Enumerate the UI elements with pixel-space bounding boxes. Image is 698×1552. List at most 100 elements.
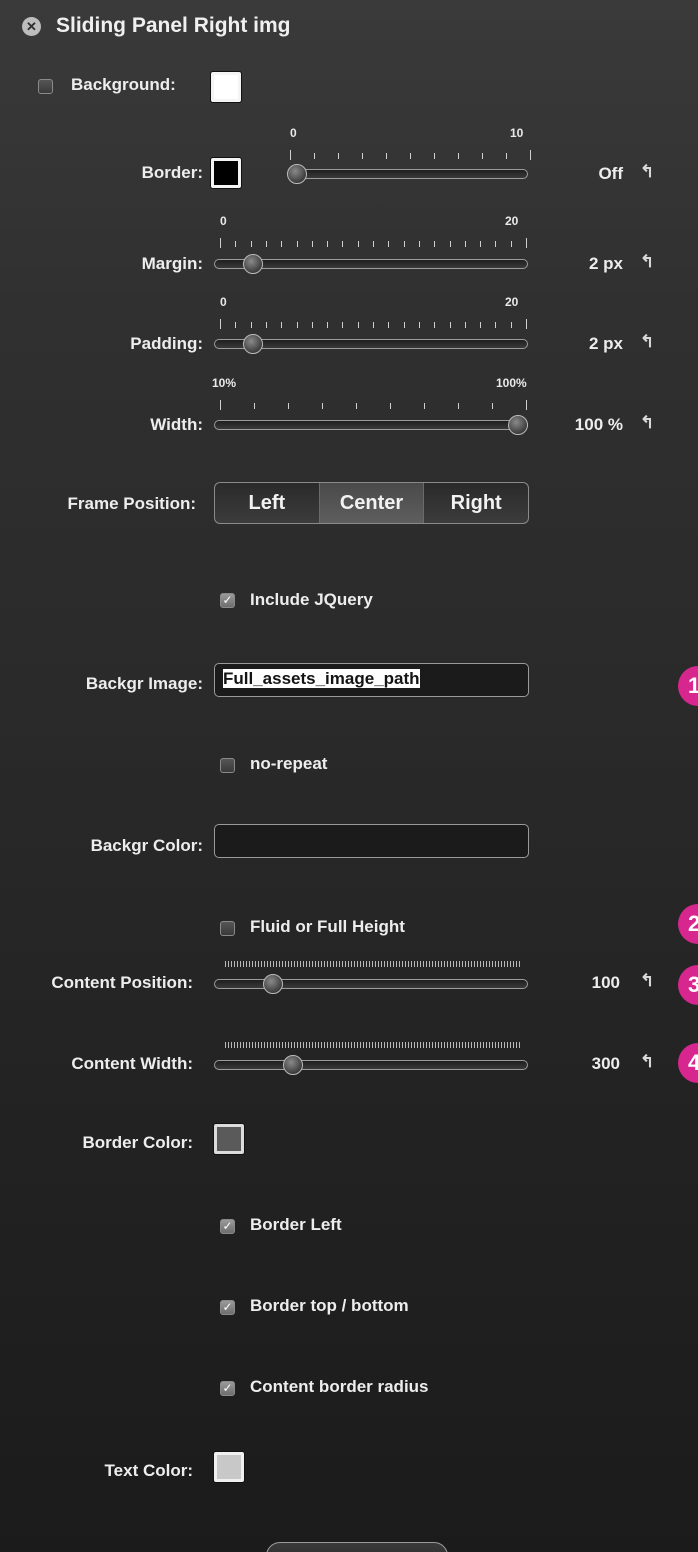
slider-tick [373, 322, 374, 328]
text-color-swatch[interactable] [214, 1452, 244, 1482]
slider-tick [480, 241, 482, 247]
slider-tick [357, 241, 359, 247]
include-jquery-checkbox[interactable]: ✓ [220, 593, 235, 608]
annotation-badge-1: 1 [678, 666, 698, 706]
slider-tick [458, 403, 459, 409]
content-border-radius-checkbox[interactable]: ✓ [220, 1381, 235, 1396]
width-slider-ticks [220, 400, 527, 410]
frame-position-segmented-control[interactable]: Left Center Right [214, 482, 529, 524]
border-slider-knob[interactable] [287, 164, 307, 184]
background-color-well[interactable] [211, 72, 241, 102]
slider-tick [342, 241, 344, 247]
slider-tick [250, 322, 252, 328]
slider-tick [220, 319, 221, 329]
border-color-swatch[interactable] [214, 1124, 244, 1154]
backgr-image-value: Full_assets_image_path [223, 669, 420, 688]
backgr-image-label: Backgr Image: [85, 674, 203, 693]
content-width-value: 300 [591, 1054, 620, 1073]
slider-tick [526, 238, 527, 248]
slider-tick [265, 322, 267, 328]
slider-tick [386, 153, 387, 159]
backgr-color-label: Backgr Color: [90, 836, 203, 855]
content-width-label: Content Width: [71, 1054, 193, 1073]
border-top-bottom-checkbox[interactable]: ✓ [220, 1300, 235, 1315]
frame-position-label: Frame Position: [67, 494, 196, 513]
slider-tick [296, 241, 298, 247]
width-label: Width: [150, 415, 203, 434]
slider-tick [390, 403, 391, 409]
frame-position-left[interactable]: Left [215, 483, 320, 523]
slider-tick [322, 403, 323, 409]
no-repeat-checkbox[interactable] [220, 758, 235, 773]
fluid-height-checkbox[interactable] [220, 921, 235, 936]
slider-tick [410, 153, 411, 159]
slider-tick [526, 319, 527, 329]
slider-tick [388, 241, 390, 247]
slider-tick [220, 400, 221, 410]
slider-tick [338, 153, 339, 159]
slider-tick [495, 322, 497, 328]
slider-tick [388, 322, 390, 328]
slider-tick [357, 322, 359, 328]
content-width-slider[interactable] [214, 1060, 528, 1070]
padding-slider-knob[interactable] [243, 334, 264, 354]
width-reset-icon[interactable]: ↰ [640, 413, 654, 433]
slider-tick [464, 322, 466, 328]
slider-tick [314, 153, 315, 159]
include-jquery-label: Include JQuery [250, 590, 373, 609]
text-color-label: Text Color: [104, 1461, 193, 1480]
slider-tick [220, 238, 221, 248]
backgr-image-field[interactable]: Full_assets_image_path [214, 663, 529, 697]
slider-tick [356, 403, 357, 409]
slider-tick [526, 400, 527, 410]
margin-slider-ticks [220, 238, 527, 248]
content-width-reset-icon[interactable]: ↰ [640, 1052, 654, 1072]
slider-tick [296, 322, 298, 328]
border-color-well[interactable] [211, 158, 241, 188]
border-label: Border: [141, 163, 203, 182]
slider-tick [235, 241, 237, 247]
slider-tick [342, 322, 344, 328]
border-value: Off [598, 164, 623, 183]
background-label: Background: [71, 75, 176, 94]
slider-tick [482, 153, 483, 159]
padding-max-label: 20 [505, 295, 519, 309]
slider-tick [311, 322, 313, 328]
slider-tick [281, 241, 283, 247]
border-slider[interactable] [287, 169, 528, 179]
content-position-slider-knob[interactable] [263, 974, 283, 994]
content-width-ticks [225, 1042, 521, 1048]
padding-slider-ticks [220, 319, 527, 329]
margin-min-label: 0 [220, 214, 227, 228]
width-min-label: 10% [212, 376, 237, 390]
content-border-radius-label: Content border radius [250, 1377, 429, 1396]
bottom-button[interactable] [266, 1542, 448, 1552]
slider-tick [362, 153, 363, 159]
inspector-panel: ✕ Sliding Panel Right img Background: 0 … [0, 0, 698, 1552]
margin-slider-knob[interactable] [243, 254, 264, 274]
slider-tick [290, 150, 291, 160]
slider-tick [327, 322, 329, 328]
slider-tick [449, 322, 451, 328]
backgr-color-field[interactable] [214, 824, 529, 858]
content-position-slider[interactable] [214, 979, 528, 989]
border-reset-icon[interactable]: ↰ [640, 162, 654, 182]
frame-position-right[interactable]: Right [424, 483, 528, 523]
border-max-label: 10 [510, 126, 524, 140]
content-width-slider-knob[interactable] [283, 1055, 303, 1075]
background-checkbox[interactable] [38, 79, 53, 94]
border-left-checkbox[interactable]: ✓ [220, 1219, 235, 1234]
border-slider-ticks [290, 150, 531, 160]
frame-position-center[interactable]: Center [319, 483, 425, 523]
close-icon[interactable]: ✕ [22, 17, 41, 36]
border-top-bottom-label: Border top / bottom [250, 1296, 409, 1315]
slider-tick [480, 322, 482, 328]
slider-tick [495, 241, 497, 247]
width-slider-knob[interactable] [508, 415, 528, 435]
margin-reset-icon[interactable]: ↰ [640, 252, 654, 272]
slider-tick [464, 241, 466, 247]
slider-tick [327, 241, 329, 247]
width-slider[interactable] [214, 420, 528, 430]
content-position-reset-icon[interactable]: ↰ [640, 971, 654, 991]
padding-reset-icon[interactable]: ↰ [640, 332, 654, 352]
